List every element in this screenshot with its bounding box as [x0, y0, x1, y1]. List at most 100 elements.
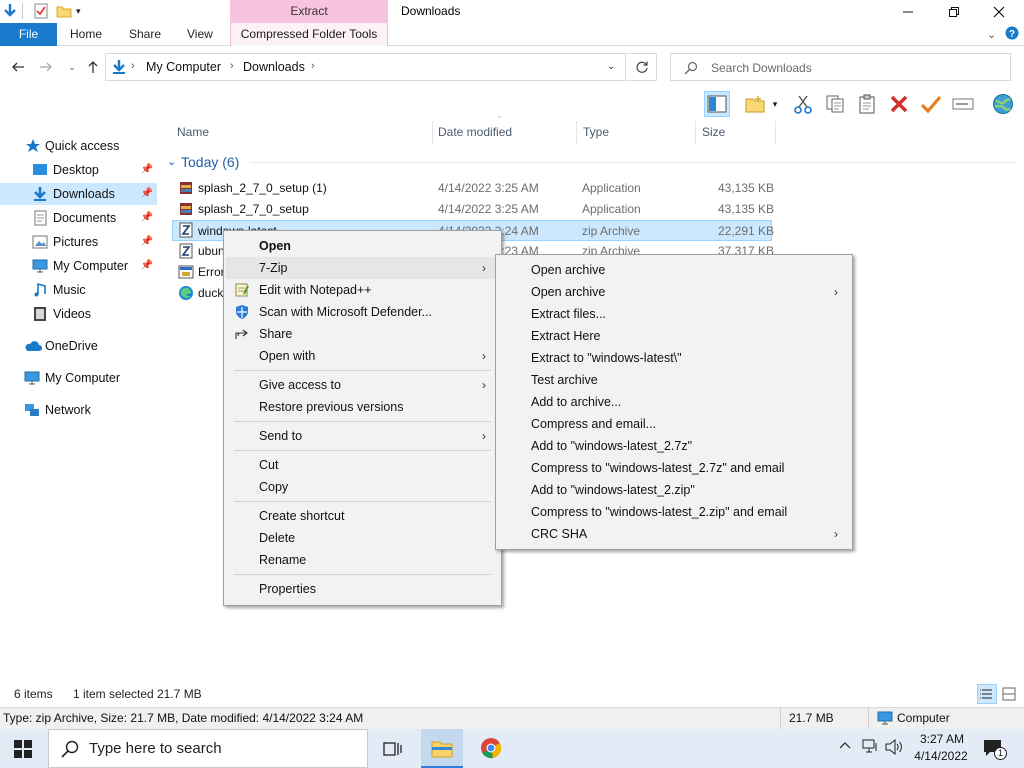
- up-button[interactable]: [83, 57, 103, 77]
- nav-quick-access[interactable]: Quick access: [0, 135, 157, 157]
- nav-my-computer-pinned[interactable]: My Computer 📌: [0, 255, 157, 277]
- delete-icon[interactable]: [886, 91, 912, 117]
- tab-view[interactable]: View: [187, 23, 213, 46]
- submenu-item-test-archive[interactable]: Test archive: [498, 369, 850, 391]
- download-arrow-icon[interactable]: [2, 3, 18, 19]
- submenu-item-add-to-archive[interactable]: Add to archive...: [498, 391, 850, 413]
- pin-icon[interactable]: 📌: [141, 183, 153, 205]
- recent-locations-chevron-icon[interactable]: ⌄: [62, 57, 82, 77]
- breadcrumb-separator-icon[interactable]: ›: [311, 60, 315, 72]
- minimize-button[interactable]: [885, 0, 931, 23]
- taskbar-time[interactable]: 3:27 AM: [912, 732, 972, 746]
- properties-icon[interactable]: [33, 3, 49, 19]
- group-header-today[interactable]: ⌄ Today (6): [165, 153, 1015, 175]
- tab-compressed-folder-tools[interactable]: Compressed Folder Tools: [230, 23, 388, 46]
- new-folder-icon[interactable]: [56, 3, 72, 19]
- nav-downloads[interactable]: Downloads 📌: [0, 183, 157, 205]
- menu-item-scan-defender[interactable]: Scan with Microsoft Defender...: [226, 301, 499, 323]
- submenu-item-open-archive-type[interactable]: Open archive ›: [498, 281, 850, 303]
- back-button[interactable]: [8, 57, 28, 77]
- start-windows-icon[interactable]: [14, 740, 32, 758]
- tab-share[interactable]: Share: [129, 23, 161, 46]
- nav-desktop[interactable]: Desktop 📌: [0, 159, 157, 181]
- breadcrumb-separator-icon[interactable]: ›: [131, 60, 135, 72]
- breadcrumb-separator-icon[interactable]: ›: [230, 60, 234, 72]
- submenu-item-crc-sha[interactable]: CRC SHA ›: [498, 523, 850, 545]
- submenu-item-extract-files[interactable]: Extract files...: [498, 303, 850, 325]
- help-icon[interactable]: ?: [1005, 26, 1019, 40]
- search-box[interactable]: Search Downloads: [670, 53, 1011, 81]
- file-tab[interactable]: File: [0, 23, 57, 46]
- menu-item-rename[interactable]: Rename: [226, 549, 499, 571]
- maximize-button[interactable]: [931, 0, 977, 23]
- nav-music[interactable]: Music: [0, 279, 157, 301]
- task-view-icon[interactable]: [382, 739, 402, 759]
- new-item-chevron-icon[interactable]: ▾: [768, 91, 782, 117]
- submenu-item-open-archive[interactable]: Open archive: [498, 259, 850, 281]
- breadcrumb-my-computer[interactable]: My Computer: [146, 60, 221, 74]
- large-icons-view-icon[interactable]: [1001, 686, 1017, 702]
- menu-item-open[interactable]: Open: [226, 235, 499, 257]
- menu-item-send-to[interactable]: Send to ›: [226, 425, 499, 447]
- breadcrumb-downloads[interactable]: Downloads: [243, 60, 305, 74]
- pin-icon[interactable]: 📌: [141, 207, 153, 229]
- column-divider[interactable]: [432, 121, 433, 145]
- taskbar-date[interactable]: 4/14/2022: [906, 749, 976, 763]
- submenu-item-extract-here[interactable]: Extract Here: [498, 325, 850, 347]
- nav-my-computer[interactable]: My Computer: [0, 367, 157, 389]
- nav-onedrive[interactable]: OneDrive: [0, 335, 157, 357]
- menu-item-share[interactable]: Share: [226, 323, 499, 345]
- address-dropdown-icon[interactable]: ⌄: [607, 61, 615, 72]
- menu-item-properties[interactable]: Properties: [226, 578, 499, 600]
- chrome-icon[interactable]: [480, 737, 502, 759]
- nav-documents[interactable]: Documents 📌: [0, 207, 157, 229]
- refresh-button[interactable]: [627, 53, 657, 81]
- menu-item-give-access[interactable]: Give access to ›: [226, 374, 499, 396]
- submenu-item-compress-email[interactable]: Compress and email...: [498, 413, 850, 435]
- nav-network[interactable]: Network: [0, 399, 157, 421]
- details-view-icon[interactable]: [977, 684, 997, 704]
- nav-pictures[interactable]: Pictures 📌: [0, 231, 157, 253]
- menu-item-edit-notepad[interactable]: Edit with Notepad++: [226, 279, 499, 301]
- address-bar[interactable]: › My Computer › Downloads › ⌄: [105, 53, 626, 81]
- menu-item-delete[interactable]: Delete: [226, 527, 499, 549]
- column-header-type[interactable]: Type: [583, 125, 609, 139]
- submenu-item-extract-to-folder[interactable]: Extract to "windows-latest\": [498, 347, 850, 369]
- taskbar-search-box[interactable]: Type here to search: [48, 729, 368, 768]
- submenu-item-add-to-7z[interactable]: Add to "windows-latest_2.7z": [498, 435, 850, 457]
- column-header-date[interactable]: Date modified: [438, 125, 512, 139]
- nav-videos[interactable]: Videos: [0, 303, 157, 325]
- close-button[interactable]: [976, 0, 1022, 23]
- column-divider[interactable]: [775, 121, 776, 145]
- column-header-size[interactable]: Size: [702, 125, 725, 139]
- menu-item-restore-versions[interactable]: Restore previous versions: [226, 396, 499, 418]
- submenu-item-add-to-zip[interactable]: Add to "windows-latest_2.zip": [498, 479, 850, 501]
- pin-icon[interactable]: 📌: [141, 159, 153, 181]
- rename-icon[interactable]: [950, 91, 976, 117]
- globe-icon[interactable]: [990, 91, 1016, 117]
- pin-icon[interactable]: 📌: [141, 255, 153, 277]
- submenu-item-compress-7z-email[interactable]: Compress to "windows-latest_2.7z" and em…: [498, 457, 850, 479]
- menu-item-open-with[interactable]: Open with ›: [226, 345, 499, 367]
- new-folder-icon[interactable]: [742, 91, 768, 117]
- volume-icon[interactable]: [885, 739, 903, 755]
- forward-button[interactable]: [36, 57, 56, 77]
- paste-icon[interactable]: [854, 91, 880, 117]
- menu-item-copy[interactable]: Copy: [226, 476, 499, 498]
- customize-toolbar-icon[interactable]: ▾: [76, 3, 92, 19]
- file-row[interactable]: splash_2_7_0_setup 4/14/2022 3:25 AM App…: [172, 199, 774, 220]
- column-divider[interactable]: [695, 121, 696, 145]
- show-hidden-icons-chevron-icon[interactable]: [839, 740, 851, 752]
- file-explorer-taskbar-button[interactable]: [421, 729, 463, 768]
- menu-item-cut[interactable]: Cut: [226, 454, 499, 476]
- network-status-icon[interactable]: [862, 739, 880, 755]
- cut-icon[interactable]: [790, 91, 816, 117]
- collapse-chevron-icon[interactable]: ⌄: [167, 155, 176, 168]
- column-header-name[interactable]: Name: [177, 125, 209, 139]
- pin-icon[interactable]: 📌: [141, 231, 153, 253]
- copy-icon[interactable]: [822, 91, 848, 117]
- expand-ribbon-icon[interactable]: ⌄: [987, 28, 996, 41]
- preview-pane-icon[interactable]: [704, 91, 730, 117]
- menu-item-7zip[interactable]: 7-Zip ›: [226, 257, 499, 279]
- file-row[interactable]: splash_2_7_0_setup (1) 4/14/2022 3:25 AM…: [172, 178, 774, 199]
